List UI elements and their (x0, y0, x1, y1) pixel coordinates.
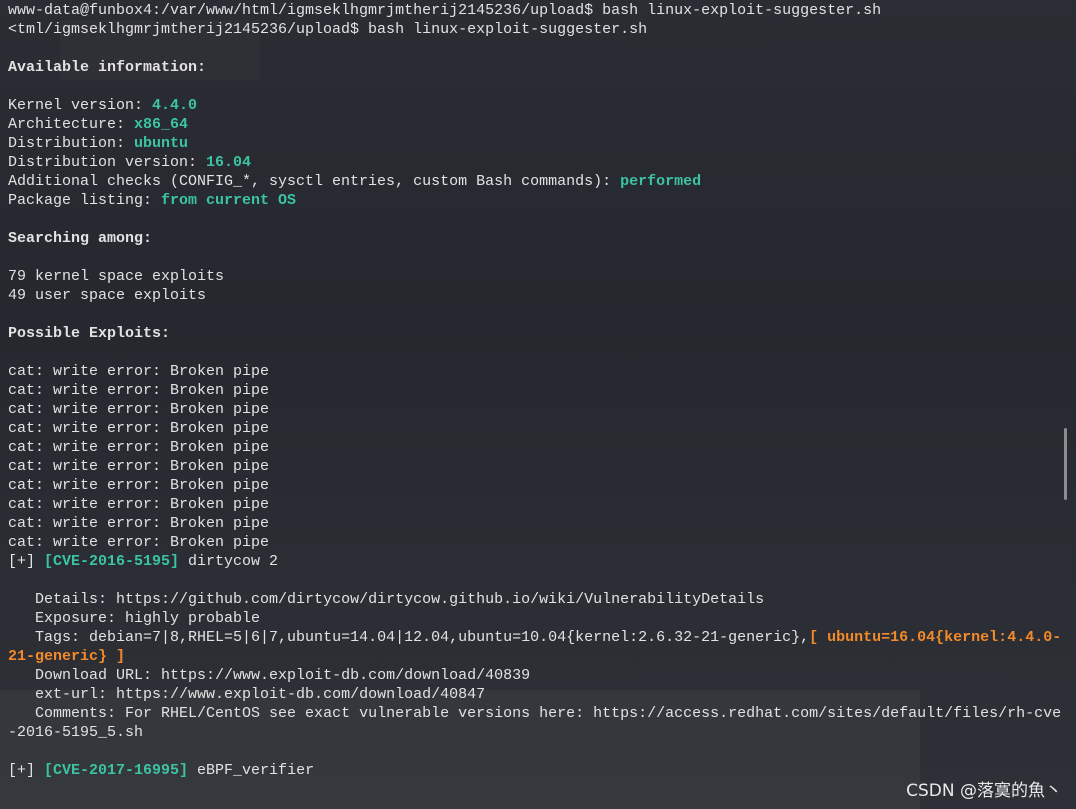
terminal-text: dirtycow 2 (179, 553, 279, 570)
terminal-text: cat: write error: Broken pipe (8, 363, 270, 380)
terminal-line: Tags: debian=7|8,RHEL=5|6|7,ubuntu=14.04… (8, 628, 1064, 666)
terminal-line: Additional checks (CONFIG_*, sysctl entr… (8, 172, 1064, 191)
terminal-line: ext-url: https://www.exploit-db.com/down… (8, 685, 1064, 704)
terminal-line: cat: write error: Broken pipe (8, 438, 1064, 457)
terminal-line: Exposure: highly probable (8, 609, 1064, 628)
terminal-line: Distribution version: 16.04 (8, 153, 1064, 172)
terminal-line: cat: write error: Broken pipe (8, 400, 1064, 419)
terminal-line: Comments: For RHEL/CentOS see exact vuln… (8, 704, 1064, 742)
highlight-text: x86_64 (134, 116, 189, 133)
terminal-text: eBPF_verifier (188, 762, 315, 779)
terminal-line: cat: write error: Broken pipe (8, 514, 1064, 533)
terminal-text: cat: write error: Broken pipe (8, 458, 270, 475)
terminal-line: cat: write error: Broken pipe (8, 476, 1064, 495)
highlight-text: 4.4.0 (152, 97, 198, 114)
terminal-text: Tags: debian=7|8,RHEL=5|6|7,ubuntu=14.04… (8, 629, 810, 646)
terminal-line: www-data@funbox4:/var/www/html/igmseklhg… (8, 1, 1064, 20)
terminal-text: cat: write error: Broken pipe (8, 439, 270, 456)
terminal-line: cat: write error: Broken pipe (8, 362, 1064, 381)
terminal-line: Architecture: x86_64 (8, 115, 1064, 134)
terminal-line: Package listing: from current OS (8, 191, 1064, 210)
highlight-text: ubuntu (134, 135, 189, 152)
highlight-text: performed (620, 173, 702, 190)
terminal-text: Exposure: highly probable (8, 610, 261, 627)
terminal-text: www-data@funbox4:/var/www/html/igmseklhg… (8, 2, 882, 19)
terminal-line: 79 kernel space exploits (8, 267, 1064, 286)
watermark: CSDN @落寞的魚丶 (906, 781, 1062, 801)
terminal-text: cat: write error: Broken pipe (8, 515, 270, 532)
terminal-line: Possible Exploits: (8, 324, 1064, 343)
terminal-line: 49 user space exploits (8, 286, 1064, 305)
highlight-text: 16.04 (206, 154, 252, 171)
terminal-text: cat: write error: Broken pipe (8, 496, 270, 513)
terminal-line: cat: write error: Broken pipe (8, 457, 1064, 476)
terminal-line: Searching among: (8, 229, 1064, 248)
terminal-line: cat: write error: Broken pipe (8, 381, 1064, 400)
terminal-line: Distribution: ubuntu (8, 134, 1064, 153)
terminal-line: <tml/igmseklhgmrjmtherij2145236/upload$ … (8, 20, 1064, 39)
terminal-scrollbar[interactable] (1064, 428, 1067, 500)
highlight-text: [CVE-2016-5195] (44, 553, 180, 570)
terminal-text: 79 kernel space exploits (8, 268, 225, 285)
terminal-text: cat: write error: Broken pipe (8, 420, 270, 437)
terminal-output[interactable]: www-data@funbox4:/var/www/html/igmseklhg… (8, 1, 1064, 780)
terminal-text: 49 user space exploits (8, 287, 207, 304)
terminal-text: Distribution version: (8, 154, 207, 171)
terminal-text: cat: write error: Broken pipe (8, 477, 270, 494)
terminal-line: Details: https://github.com/dirtycow/dir… (8, 590, 1064, 609)
terminal-text: [+] (8, 762, 45, 779)
section-heading: Searching among: (8, 230, 153, 247)
terminal-text: Architecture: (8, 116, 135, 133)
terminal-text: Download URL: https://www.exploit-db.com… (8, 667, 531, 684)
terminal-line: [+] [CVE-2016-5195] dirtycow 2 (8, 552, 1064, 571)
terminal-line: Kernel version: 4.4.0 (8, 96, 1064, 115)
terminal-text: Comments: For RHEL/CentOS see exact vuln… (8, 705, 1062, 741)
terminal-text: cat: write error: Broken pipe (8, 382, 270, 399)
terminal-text: Kernel version: (8, 97, 153, 114)
terminal-text: cat: write error: Broken pipe (8, 401, 270, 418)
terminal-line: cat: write error: Broken pipe (8, 533, 1064, 552)
terminal-text: Package listing: (8, 192, 162, 209)
terminal-text: cat: write error: Broken pipe (8, 534, 270, 551)
terminal-text: <tml/igmseklhgmrjmtherij2145236/upload$ … (8, 21, 648, 38)
terminal-line: cat: write error: Broken pipe (8, 495, 1064, 514)
highlight-text: [CVE-2017-16995] (44, 762, 189, 779)
terminal-text: Additional checks (CONFIG_*, sysctl entr… (8, 173, 621, 190)
terminal-text: [+] (8, 553, 45, 570)
terminal-text: Distribution: (8, 135, 135, 152)
section-heading: Available information: (8, 59, 207, 76)
terminal-line: Available information: (8, 58, 1064, 77)
highlight-text: from current OS (161, 192, 297, 209)
terminal-text: ext-url: https://www.exploit-db.com/down… (8, 686, 486, 703)
terminal-text: Details: https://github.com/dirtycow/dir… (8, 591, 765, 608)
terminal-line: Download URL: https://www.exploit-db.com… (8, 666, 1064, 685)
section-heading: Possible Exploits: (8, 325, 171, 342)
terminal-line: cat: write error: Broken pipe (8, 419, 1064, 438)
